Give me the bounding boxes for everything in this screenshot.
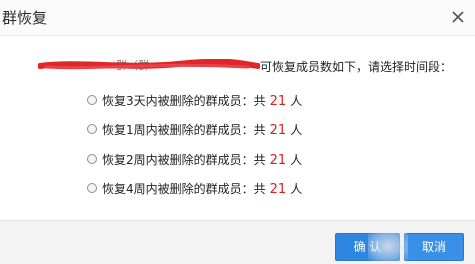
cancel-button[interactable]: 取消 — [404, 233, 464, 261]
radio-button[interactable] — [87, 124, 97, 134]
option-label: 恢复4周内被删除的群成员：共 21 人 — [102, 182, 303, 197]
redaction-mark: 群（群 — [38, 59, 260, 71]
option-label: 恢复3天内被删除的群成员：共 21 人 — [102, 94, 303, 109]
radio-button[interactable] — [87, 95, 97, 105]
radio-button[interactable] — [87, 183, 97, 193]
dialog-footer: 确 认 取消 — [0, 220, 475, 264]
close-icon[interactable] — [450, 9, 466, 25]
member-count: 21 — [269, 123, 287, 138]
confirm-button[interactable]: 确 认 — [335, 233, 400, 261]
option-label: 恢复2周内被删除的群成员：共 21 人 — [102, 153, 303, 168]
group-restore-dialog: 群恢复 群（群 可恢复成员数如下，请选择时间段： 恢复3天内被删除的群成员：共 2… — [0, 0, 475, 264]
member-count: 21 — [269, 182, 287, 197]
intro-text: 可恢复成员数如下，请选择时间段： — [260, 60, 453, 74]
intro-line: 群（群 可恢复成员数如下，请选择时间段： — [38, 57, 468, 75]
option-label: 恢复1周内被删除的群成员：共 21 人 — [102, 123, 303, 138]
radio-button[interactable] — [87, 154, 97, 164]
member-count: 21 — [269, 153, 287, 168]
dialog-titlebar: 群恢复 — [0, 0, 475, 36]
member-count: 21 — [269, 94, 287, 109]
dialog-title: 群恢复 — [2, 9, 48, 27]
